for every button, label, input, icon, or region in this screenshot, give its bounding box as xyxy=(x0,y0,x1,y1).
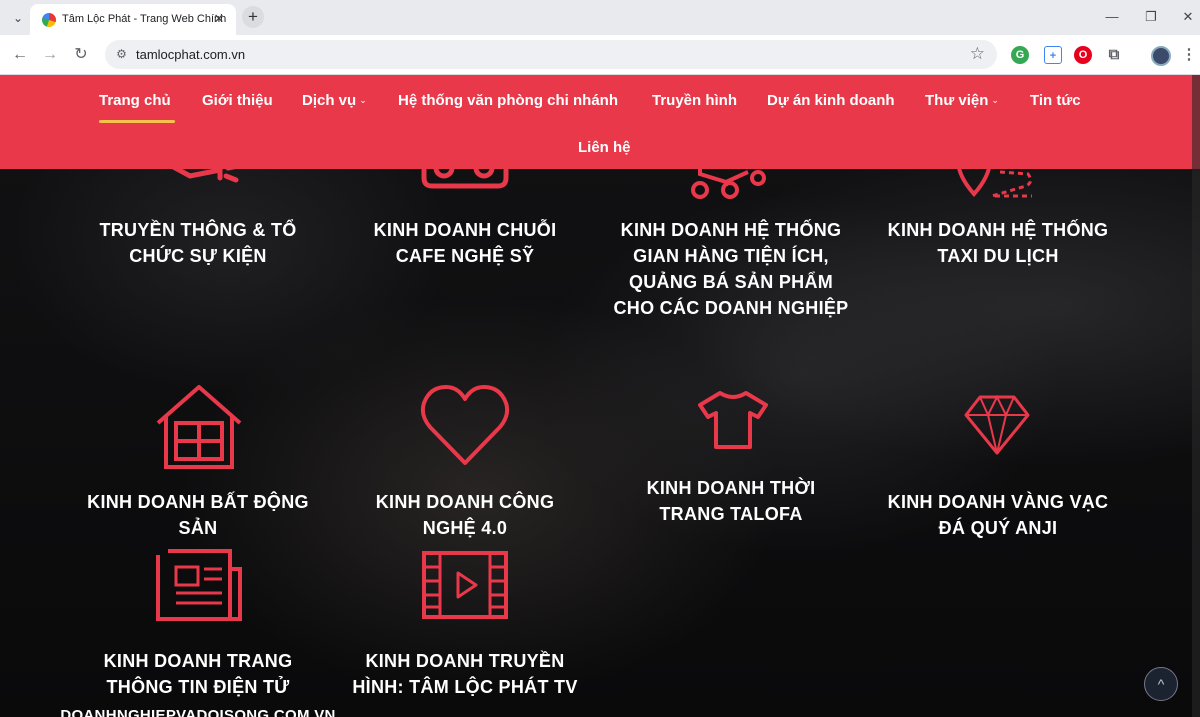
service-title[interactable]: KINH DOANH BẤT ĐỘNG SẢN xyxy=(78,489,318,541)
tab-title: Tâm Lộc Phát - Trang Web Chính xyxy=(62,13,227,25)
address-bar[interactable]: ⚙ tamlocphat.com.vn ☆ xyxy=(105,40,997,69)
favicon-icon xyxy=(42,13,56,27)
tab-search-chevron-icon[interactable]: ⌄ xyxy=(8,8,28,28)
newspaper-icon xyxy=(156,549,242,621)
diamond-icon xyxy=(964,394,1030,455)
chevron-up-icon: ^ xyxy=(1157,676,1165,692)
nav-television[interactable]: Truyền hình xyxy=(652,92,737,109)
house-icon xyxy=(156,385,242,469)
service-title[interactable]: KINH DOANH CHUỖI CAFE NGHỆ SỸ xyxy=(350,217,580,269)
restore-button[interactable]: ❐ xyxy=(1139,6,1163,28)
site-settings-icon[interactable]: ⚙ xyxy=(113,46,130,63)
forward-arrow-icon[interactable]: → xyxy=(38,43,62,67)
chevron-down-icon: ⌄ xyxy=(359,95,367,105)
service-title[interactable]: KINH DOANH VÀNG VẠC ĐÁ QUÝ ANJI xyxy=(876,489,1120,541)
profile-avatar[interactable] xyxy=(1151,46,1171,66)
service-title[interactable]: KINH DOANH HỆ THỐNG GIAN HÀNG TIỆN ÍCH, … xyxy=(606,217,856,321)
nav-active-underline xyxy=(99,120,175,123)
service-title[interactable]: KINH DOANH THỜI TRANG TALOFA xyxy=(616,475,846,527)
nav-library[interactable]: Thư viện ⌄ xyxy=(925,92,999,109)
film-icon xyxy=(422,551,508,619)
service-title[interactable]: KINH DOANH CÔNG NGHỆ 4.0 xyxy=(350,489,580,541)
screenshot-extension-icon[interactable]: + xyxy=(1044,46,1062,64)
nav-library-label: Thư viện xyxy=(925,92,989,109)
service-title[interactable]: TRUYỀN THÔNG & TỔ CHỨC SỰ KIỆN xyxy=(78,217,318,269)
nav-contact[interactable]: Liên hệ xyxy=(578,139,631,156)
service-title[interactable]: KINH DOANH TRUYỀN HÌNH: TÂM LỘC PHÁT TV xyxy=(340,648,590,700)
nav-news[interactable]: Tin tức xyxy=(1030,92,1081,109)
web-page: Trang chủ Giới thiệu Dịch vụ ⌄ Hệ thống v… xyxy=(0,75,1200,717)
tshirt-icon xyxy=(698,391,768,449)
nav-about[interactable]: Giới thiệu xyxy=(202,92,273,109)
nav-services[interactable]: Dịch vụ ⌄ xyxy=(302,92,367,109)
nav-business-projects[interactable]: Dự án kinh doanh xyxy=(767,92,895,109)
browser-toolbar: ← → ↻ ⚙ tamlocphat.com.vn ☆ G + O ⧉ ⋮ xyxy=(0,35,1200,75)
scroll-to-top-button[interactable]: ^ xyxy=(1144,667,1178,701)
tab-close-icon[interactable]: ✕ xyxy=(210,10,228,28)
service-subtitle-link[interactable]: DOANHNGHIEPVADOISONG.COM.VN xyxy=(60,703,336,717)
nav-branch-offices[interactable]: Hệ thống văn phòng chi nhánh xyxy=(398,92,618,109)
nav-services-label: Dịch vụ xyxy=(302,92,357,109)
browser-tab-active[interactable]: Tâm Lộc Phát - Trang Web Chính ✕ xyxy=(30,4,236,35)
main-navigation: Trang chủ Giới thiệu Dịch vụ ⌄ Hệ thống v… xyxy=(0,75,1200,169)
page-scrollbar[interactable] xyxy=(1192,75,1200,717)
new-tab-button[interactable]: + xyxy=(242,6,264,28)
url-text[interactable]: tamlocphat.com.vn xyxy=(136,47,245,62)
chevron-down-icon: ⌄ xyxy=(991,95,999,105)
minimize-button[interactable]: — xyxy=(1100,6,1124,28)
extensions-puzzle-icon[interactable]: ⧉ xyxy=(1105,46,1123,64)
nav-home[interactable]: Trang chủ xyxy=(99,92,171,109)
service-title[interactable]: KINH DOANH HỆ THỐNG TAXI DU LỊCH xyxy=(876,217,1120,269)
heart-icon xyxy=(420,385,510,465)
browser-menu-icon[interactable]: ⋮ xyxy=(1180,46,1198,64)
window-close-button[interactable]: ✕ xyxy=(1176,6,1200,28)
browser-tab-bar: ⌄ Tâm Lộc Phát - Trang Web Chính ✕ + — ❐… xyxy=(0,0,1200,35)
reload-icon[interactable]: ↻ xyxy=(69,43,93,67)
grammarly-extension-icon[interactable]: G xyxy=(1011,46,1029,64)
service-title[interactable]: KINH DOANH TRANG THÔNG TIN ĐIỆN TỬ xyxy=(78,648,318,700)
opera-extension-icon[interactable]: O xyxy=(1074,46,1092,64)
bookmark-star-icon[interactable]: ☆ xyxy=(970,44,985,64)
back-arrow-icon[interactable]: ← xyxy=(8,43,32,67)
